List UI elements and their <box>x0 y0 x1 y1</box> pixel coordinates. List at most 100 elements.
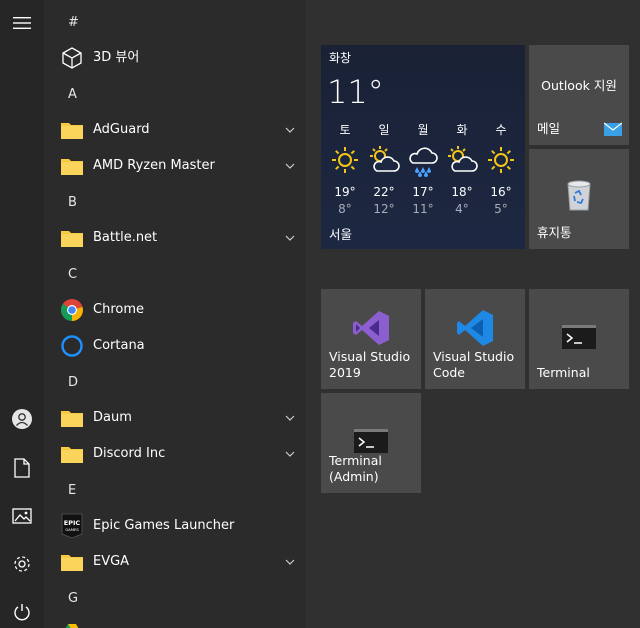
svg-text:EPIC: EPIC <box>64 519 81 527</box>
app-epic-games-launcher[interactable]: EPIC GAMES Epic Games Launcher <box>44 508 306 544</box>
tile-label: Terminal <box>537 365 590 380</box>
tile-label-line2: Code <box>433 365 466 380</box>
tile-label: Visual Studio 2019 <box>329 349 410 381</box>
app-battlenet[interactable]: Battle.net <box>44 220 306 256</box>
app-evga[interactable]: EVGA <box>44 544 306 580</box>
visual-studio-icon <box>353 311 389 345</box>
forecast-high: 16° <box>490 185 512 199</box>
terminal-tile[interactable]: Terminal <box>529 289 629 389</box>
forecast-high: 18° <box>451 185 473 199</box>
tile-label-line1: Terminal <box>329 453 382 468</box>
partly-cloudy-icon <box>364 145 404 179</box>
section-header-c[interactable]: C <box>44 256 306 292</box>
current-temperature: 11° <box>327 73 384 111</box>
forecast-day: 일 <box>378 123 390 137</box>
vscode-icon <box>457 310 493 346</box>
forecast-day: 화 <box>456 123 468 137</box>
power-icon[interactable] <box>10 600 34 624</box>
tile-label: Visual Studio Code <box>433 349 514 381</box>
tile-label-line2: 2019 <box>329 365 361 380</box>
start-menu-rail <box>0 0 44 628</box>
app-partial-g[interactable] <box>44 616 306 628</box>
cube-icon <box>60 46 84 70</box>
weather-tile[interactable]: 화창 11° 토 일 월 화 수 19° 22° 17° 18° 16° 8° … <box>321 45 525 249</box>
section-header-e[interactable]: E <box>44 472 306 508</box>
pictures-icon[interactable] <box>10 504 34 528</box>
section-header-g[interactable]: G <box>44 580 306 616</box>
folder-icon <box>60 550 84 574</box>
rain-icon <box>403 145 443 179</box>
visual-studio-2019-tile[interactable]: Visual Studio 2019 <box>321 289 421 389</box>
folder-icon <box>60 406 84 430</box>
app-daum[interactable]: Daum <box>44 400 306 436</box>
app-label: AdGuard <box>93 122 150 137</box>
terminal-admin-tile[interactable]: Terminal (Admin) <box>321 393 421 493</box>
app-cortana[interactable]: Cortana <box>44 328 306 364</box>
chevron-down-icon[interactable] <box>284 124 296 136</box>
weather-location: 서울 <box>329 227 353 242</box>
forecast-low: 8° <box>338 202 352 216</box>
tile-label-line1: Visual Studio <box>433 349 515 364</box>
app-label: Chrome <box>93 302 144 317</box>
tile-label: Terminal (Admin) <box>329 453 382 485</box>
app-label: Battle.net <box>93 230 158 245</box>
folder-icon <box>60 226 84 250</box>
tile-label-line2: (Admin) <box>329 469 379 484</box>
app-list: # 3D 뷰어 A AdGuard AMD Ryzen Master B Bat… <box>44 0 306 628</box>
user-account-icon[interactable] <box>10 407 34 431</box>
folder-icon <box>60 118 84 142</box>
recycle-bin-tile[interactable]: 휴지통 <box>529 149 629 249</box>
chevron-down-icon[interactable] <box>284 232 296 244</box>
forecast-low: 11° <box>412 202 434 216</box>
terminal-icon <box>562 325 596 349</box>
app-label: Cortana <box>93 338 145 353</box>
forecast-day: 월 <box>417 123 429 137</box>
tiles-area: 화창 11° 토 일 월 화 수 19° 22° 17° 18° 16° 8° … <box>306 0 640 628</box>
terminal-icon <box>354 429 388 453</box>
tile-label-line1: Visual Studio <box>329 349 411 364</box>
app-label: EVGA <box>93 554 130 569</box>
chevron-down-icon[interactable] <box>284 412 296 424</box>
partly-cloudy-icon <box>442 145 482 179</box>
drive-logo-icon <box>60 622 84 628</box>
svg-text:GAMES: GAMES <box>65 527 79 532</box>
app-3d-viewer[interactable]: 3D 뷰어 <box>44 40 306 76</box>
section-header-a[interactable]: A <box>44 76 306 112</box>
sun-icon <box>481 145 521 179</box>
mail-tile[interactable]: Outlook 지원 메일 <box>529 45 629 145</box>
app-label: Epic Games Launcher <box>93 518 235 533</box>
visual-studio-code-tile[interactable]: Visual Studio Code <box>425 289 525 389</box>
app-discord-inc[interactable]: Discord Inc <box>44 436 306 472</box>
hamburger-menu-icon[interactable] <box>10 11 34 35</box>
forecast-low: 5° <box>494 202 508 216</box>
folder-icon <box>60 154 84 178</box>
documents-icon[interactable] <box>10 456 34 480</box>
cortana-ring-icon <box>60 334 84 358</box>
app-label: Daum <box>93 410 132 425</box>
sun-icon <box>325 145 365 179</box>
chevron-down-icon[interactable] <box>284 556 296 568</box>
settings-icon[interactable] <box>10 552 34 576</box>
chrome-logo-icon <box>60 298 84 322</box>
app-adguard[interactable]: AdGuard <box>44 112 306 148</box>
section-header-d[interactable]: D <box>44 364 306 400</box>
section-header-b[interactable]: B <box>44 184 306 220</box>
mail-tile-title: Outlook 지원 <box>541 78 617 93</box>
chevron-down-icon[interactable] <box>284 448 296 460</box>
recycle-bin-icon <box>567 180 591 211</box>
forecast-high: 19° <box>334 185 356 199</box>
chevron-down-icon[interactable] <box>284 160 296 172</box>
epic-games-logo-icon: EPIC GAMES <box>60 513 84 539</box>
forecast-low: 12° <box>373 202 395 216</box>
forecast-high: 17° <box>412 185 434 199</box>
app-label: AMD Ryzen Master <box>93 158 215 173</box>
folder-icon <box>60 442 84 466</box>
app-label: 3D 뷰어 <box>93 50 140 65</box>
section-header-hash[interactable]: # <box>44 4 306 40</box>
recycle-bin-label: 휴지통 <box>537 225 572 240</box>
forecast-day: 수 <box>495 123 507 137</box>
forecast-day: 토 <box>339 123 351 137</box>
weather-condition: 화창 <box>329 51 352 65</box>
app-amd-ryzen-master[interactable]: AMD Ryzen Master <box>44 148 306 184</box>
app-chrome[interactable]: Chrome <box>44 292 306 328</box>
